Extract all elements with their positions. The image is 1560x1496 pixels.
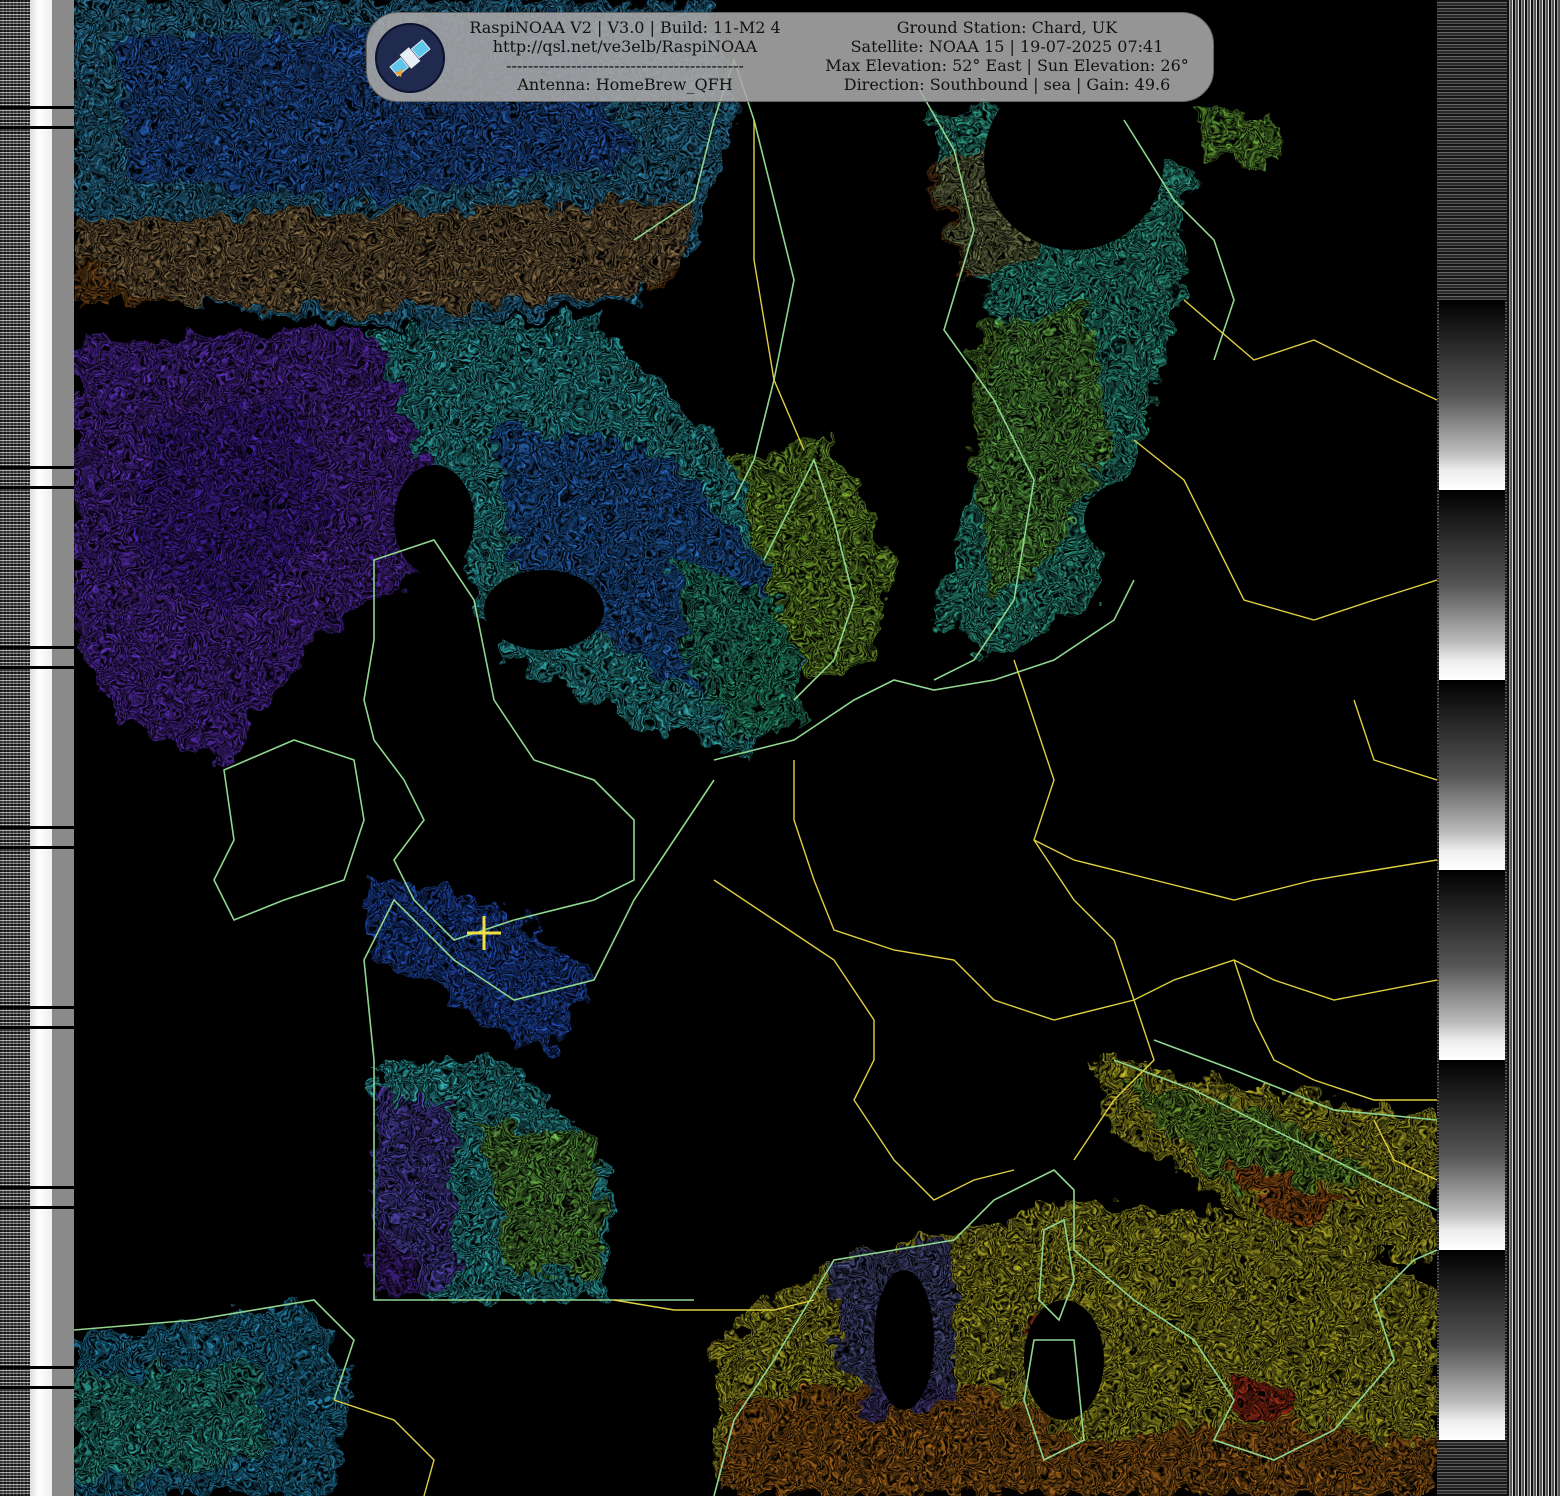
pass-info-banner: RaspiNOAA V2 | V3.0 | Build: 11-M2 4 htt…	[366, 12, 1214, 102]
crosshair-icon	[467, 916, 501, 950]
pass-details: Ground Station: Chard, UK Satellite: NOA…	[807, 18, 1207, 94]
elevation-line: Max Elevation: 52° East | Sun Elevation:…	[825, 56, 1189, 75]
project-url-line: http://qsl.net/ve3elb/RaspiNOAA	[492, 37, 758, 56]
satellite-icon	[375, 23, 445, 93]
ground-station-line: Ground Station: Chard, UK	[896, 18, 1118, 37]
software-info: RaspiNOAA V2 | V3.0 | Build: 11-M2 4 htt…	[459, 18, 791, 94]
thermal-map-imagery	[74, 0, 1437, 1496]
satellite-line: Satellite: NOAA 15 | 19-07-2025 07:41	[850, 37, 1164, 56]
satellite-image-frame: RaspiNOAA V2 | V3.0 | Build: 11-M2 4 htt…	[0, 0, 1560, 1496]
antenna-line: Antenna: HomeBrew_QFH	[517, 75, 733, 94]
telemetry-strip-left	[0, 0, 74, 1496]
direction-line: Direction: Southbound | sea | Gain: 49.6	[843, 75, 1171, 94]
cloud-cover	[74, 0, 1437, 1496]
separator-line: ----------------------------------------…	[506, 56, 744, 75]
telemetry-strip-right	[1437, 0, 1560, 1496]
software-version-line: RaspiNOAA V2 | V3.0 | Build: 11-M2 4	[469, 18, 781, 37]
